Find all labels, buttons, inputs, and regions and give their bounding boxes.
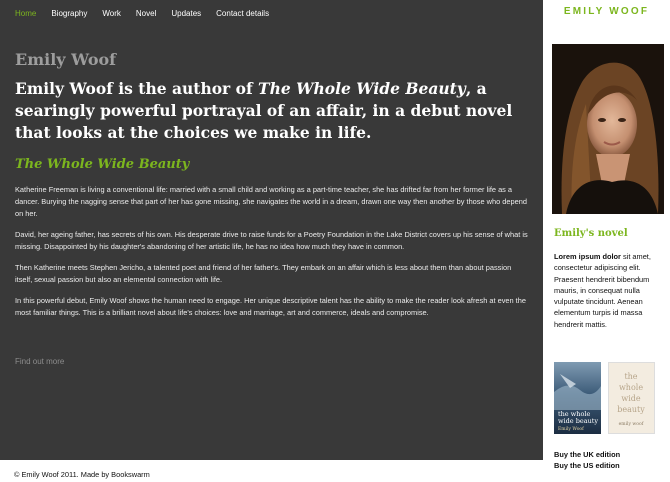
find-out-more-link[interactable]: Find out more bbox=[15, 357, 64, 366]
us-cover-author: emily woof bbox=[619, 421, 644, 427]
author-portrait bbox=[552, 44, 664, 214]
buy-uk-edition-link[interactable]: Buy the UK edition bbox=[554, 450, 620, 459]
main-content: Home Biography Work Novel Updates Contact det… bbox=[0, 0, 543, 460]
intro-heading: Emily Woof is the author of The Whole Wi… bbox=[15, 78, 525, 144]
sidebar: EMILY WOOF Emily's novel Lorem ipsum dol… bbox=[543, 0, 670, 470]
portrait-image bbox=[552, 44, 664, 214]
author-heading: EMILY WOOF bbox=[563, 6, 650, 17]
us-cover-art: the whole wide beauty emily woof bbox=[617, 372, 645, 427]
us-cover-title-line3: wide bbox=[621, 394, 641, 403]
nav-item-work[interactable]: Work bbox=[102, 9, 121, 19]
footer-copyright: © Emily Woof 2011. Made by Bookswarm bbox=[14, 470, 150, 479]
nav-item-novel[interactable]: Novel bbox=[136, 9, 156, 19]
novel-description-bold: Lorem ipsum dolor bbox=[554, 252, 621, 261]
novel-description-rest: sit amet, consectetur adipiscing elit. P… bbox=[554, 252, 651, 329]
intro-text-start: Emily Woof is the author of bbox=[15, 79, 259, 98]
us-edition-cover[interactable]: the whole wide beauty emily woof bbox=[608, 362, 655, 434]
intro-book-title: The Whole Wide Beauty bbox=[258, 79, 466, 98]
nav-item-updates[interactable]: Updates bbox=[171, 9, 201, 19]
synopsis-paragraph: Then Katherine meets Stephen Jericho, a … bbox=[15, 263, 512, 284]
synopsis: Katherine Freeman is living a convention… bbox=[15, 184, 530, 328]
book-title-heading: The Whole Wide Beauty bbox=[15, 157, 190, 172]
site-name: Emily Woof bbox=[15, 50, 117, 69]
uk-cover-author: Emily Woof bbox=[558, 426, 584, 432]
synopsis-paragraph: In this powerful debut, Emily Woof shows… bbox=[15, 296, 526, 317]
nav-item-home[interactable]: Home bbox=[15, 9, 36, 19]
synopsis-paragraph: David, her ageing father, has secrets of… bbox=[15, 230, 528, 251]
top-nav: Home Biography Work Novel Updates Contact det… bbox=[15, 9, 284, 19]
uk-edition-cover[interactable]: the whole wide beauty Emily Woof bbox=[554, 362, 601, 434]
novel-description: Lorem ipsum dolor sit amet, consectetur … bbox=[554, 251, 664, 330]
us-cover-title-line2: whole bbox=[619, 383, 643, 392]
synopsis-paragraph: Katherine Freeman is living a convention… bbox=[15, 185, 527, 218]
buy-us-edition-link[interactable]: Buy the US edition bbox=[554, 461, 620, 470]
uk-cover-art: the whole wide beauty Emily Woof bbox=[554, 374, 601, 432]
novel-heading: Emily's novel bbox=[554, 228, 628, 239]
us-cover-title-line4: beauty bbox=[617, 405, 645, 414]
nav-item-biography[interactable]: Biography bbox=[51, 9, 87, 19]
nav-item-contact-details[interactable]: Contact details bbox=[216, 9, 269, 19]
us-cover-title-line1: the bbox=[624, 372, 637, 381]
uk-cover-title-line2: wide beauty bbox=[558, 417, 598, 425]
